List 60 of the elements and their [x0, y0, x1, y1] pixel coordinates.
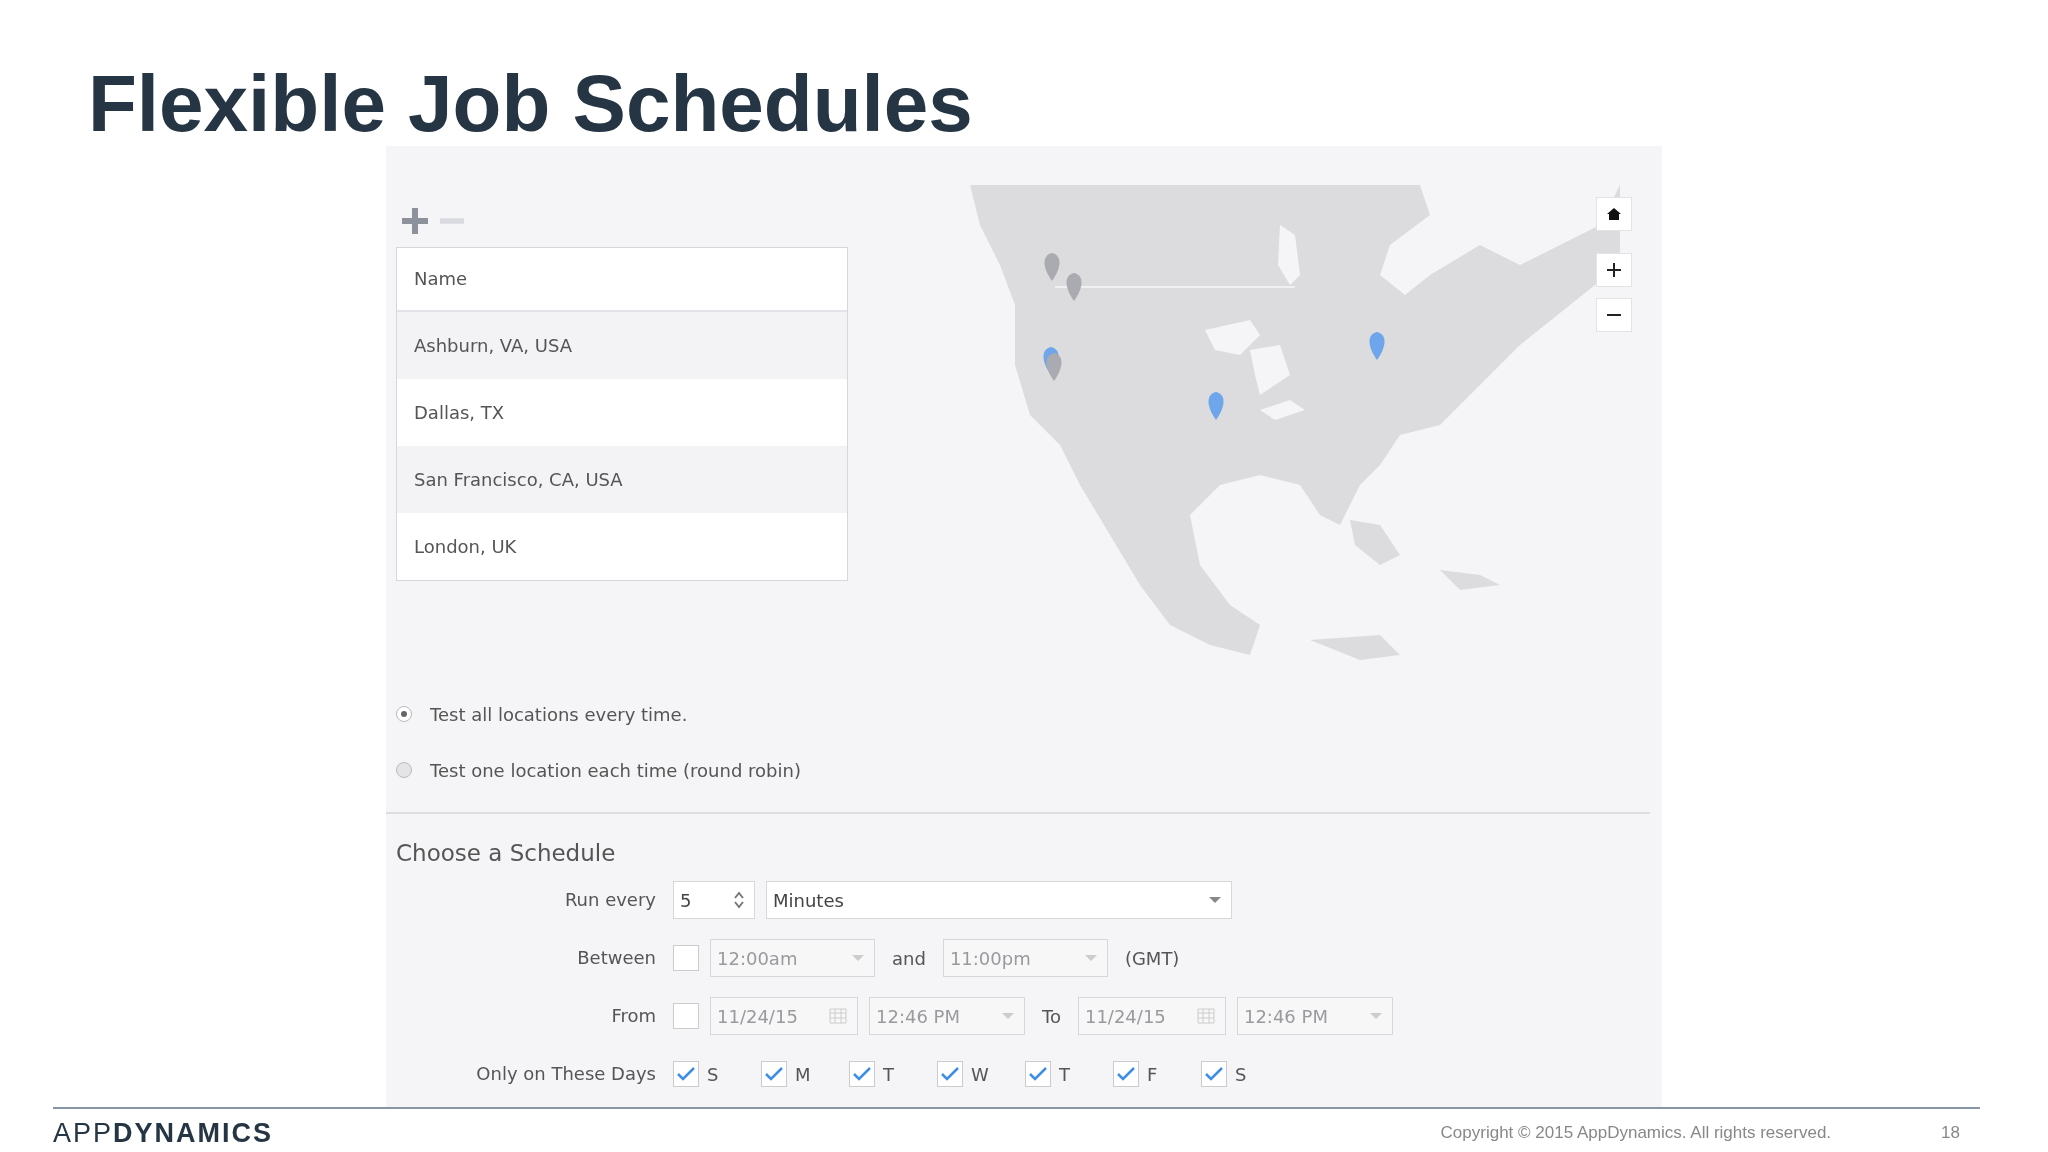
check-icon: [852, 1066, 872, 1082]
day-label: W: [971, 1063, 989, 1085]
radio-button[interactable]: [396, 762, 412, 778]
add-icon[interactable]: [402, 208, 428, 234]
home-button[interactable]: [1596, 197, 1632, 231]
table-row[interactable]: London, UK: [397, 513, 847, 580]
zoom-in-button[interactable]: [1596, 253, 1632, 287]
copyright-text: Copyright © 2015 AppDynamics. All rights reserved.: [1440, 1123, 1832, 1143]
day-label: T: [1059, 1063, 1070, 1085]
calendar-icon: [1196, 1008, 1215, 1024]
checkbox[interactable]: [673, 945, 699, 971]
check-icon: [940, 1066, 960, 1082]
check-icon: [1204, 1066, 1224, 1082]
checkbox[interactable]: [673, 1061, 699, 1087]
caret-icon: [1084, 955, 1097, 961]
table-row[interactable]: Dallas, TX: [397, 379, 847, 446]
field-label: and: [891, 947, 927, 969]
slide-title: Flexible Job Schedules: [87, 58, 974, 146]
home-icon: [1607, 208, 1621, 220]
table-row[interactable]: San Francisco, CA, USA: [397, 446, 847, 513]
day-label: M: [795, 1063, 811, 1085]
plus-icon: [1607, 263, 1621, 277]
table-row[interactable]: Ashburn, VA, USA: [397, 312, 847, 379]
checkbox[interactable]: [849, 1061, 875, 1087]
section-heading: Choose a Schedule: [396, 840, 617, 868]
zoom-out-button[interactable]: [1596, 298, 1632, 332]
checkbox[interactable]: [1113, 1061, 1139, 1087]
page-number: 18: [1941, 1123, 1960, 1143]
checkbox[interactable]: [673, 1003, 699, 1029]
timezone-label: (GMT): [1123, 947, 1181, 969]
check-icon: [676, 1066, 696, 1082]
checkbox[interactable]: [761, 1061, 787, 1087]
check-icon: [764, 1066, 784, 1082]
caret-icon: [1002, 1013, 1014, 1019]
number-spinner[interactable]: 5: [673, 881, 755, 919]
caret-icon: [1209, 897, 1221, 903]
calendar-icon: [829, 1008, 847, 1024]
field-label: To: [1041, 1005, 1062, 1027]
checkbox[interactable]: [1201, 1061, 1227, 1087]
field-label: From: [610, 1004, 656, 1028]
field-label: Between: [576, 946, 656, 970]
day-label: S: [1235, 1063, 1247, 1085]
radio-label: Test one location each time (round robin): [430, 759, 801, 781]
check-icon: [1028, 1066, 1048, 1082]
day-label: T: [883, 1063, 894, 1085]
unit-dropdown[interactable]: Minutes: [766, 881, 1232, 919]
checkbox[interactable]: [1025, 1061, 1051, 1087]
field-label: Run every: [563, 888, 656, 912]
spinner-arrows-icon: [734, 891, 744, 909]
radio-button[interactable]: [396, 706, 412, 722]
radio-label: Test all locations every time.: [430, 703, 688, 725]
caret-icon: [852, 955, 864, 961]
company-logo: APPDYNAMICS: [53, 1117, 274, 1149]
minus-icon: [1607, 314, 1621, 316]
field-label: Only on These Days: [475, 1062, 656, 1086]
checkbox[interactable]: [937, 1061, 963, 1087]
check-icon: [1116, 1066, 1136, 1082]
day-label: F: [1147, 1063, 1158, 1085]
caret-icon: [1369, 1013, 1382, 1019]
day-label: S: [707, 1063, 719, 1085]
